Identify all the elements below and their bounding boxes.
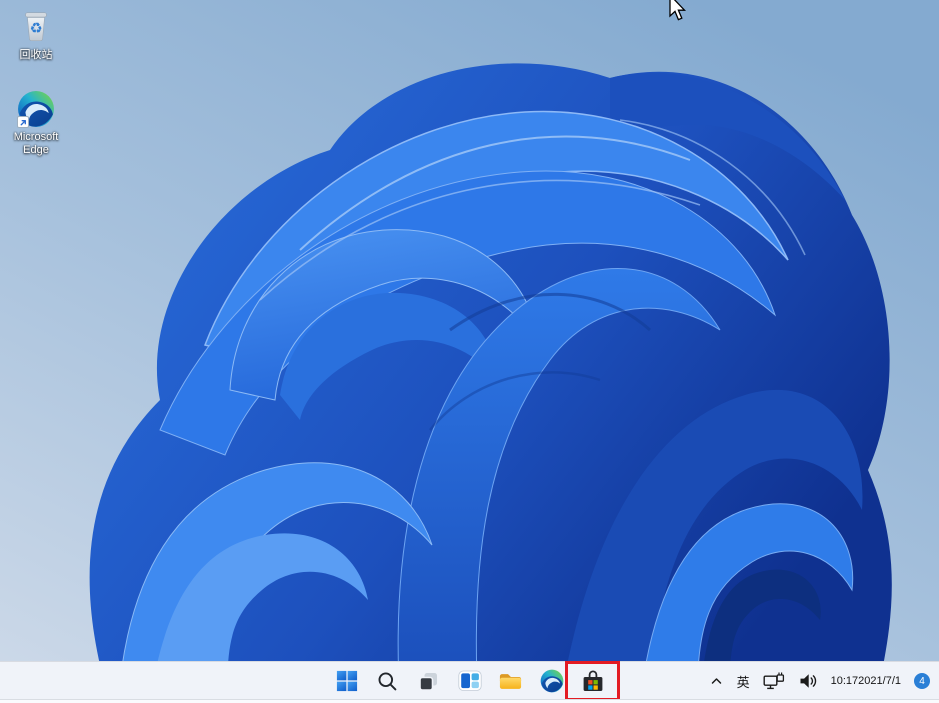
windows-logo-icon: [336, 670, 357, 692]
widgets-icon: [457, 670, 482, 691]
task-view-icon: [419, 672, 437, 691]
clock-date: 2021/7/1: [858, 674, 901, 687]
desktop-icon-recycle-bin[interactable]: ♻ 回收站: [4, 8, 68, 62]
edge-icon: [17, 90, 55, 128]
network-button[interactable]: [761, 667, 788, 695]
desktop-icon-label: Microsoft Edge: [13, 131, 59, 156]
taskbar-center-icons: [333, 661, 620, 701]
desktop-icon-label: 回收站: [19, 49, 53, 61]
clock[interactable]: 10:17 2021/7/1: [829, 667, 903, 695]
desktop-icon-microsoft-edge[interactable]: Microsoft Edge: [4, 90, 68, 157]
start-button[interactable]: [333, 667, 361, 695]
task-view-button[interactable]: [415, 667, 443, 695]
clock-time: 10:17: [830, 674, 859, 687]
widgets-button[interactable]: [456, 667, 484, 695]
speaker-icon: [800, 674, 816, 688]
taskbar: 英 10:17 2021/7/1 4: [0, 661, 939, 703]
edge-icon: [540, 669, 563, 693]
shortcut-arrow-icon: [17, 116, 29, 128]
volume-button[interactable]: [797, 667, 820, 695]
wallpaper-bloom: [0, 0, 939, 703]
search-icon: [378, 672, 397, 690]
windows-desktop: ♻ 回收站 Microsoft Edge 英 10:17 2021/7/1 4: [0, 0, 939, 703]
store-button[interactable]: [564, 661, 620, 701]
store-icon: [583, 670, 602, 691]
show-hidden-icons-button[interactable]: [707, 667, 726, 695]
chevron-up-icon: [711, 678, 721, 684]
file-explorer-icon: [499, 674, 522, 689]
file-explorer-button[interactable]: [497, 667, 525, 695]
taskbar-system-tray: 英 10:17 2021/7/1 4: [707, 662, 939, 700]
ime-language-indicator[interactable]: 英: [735, 667, 752, 695]
edge-button[interactable]: [538, 667, 566, 695]
notification-badge[interactable]: 4: [914, 673, 930, 689]
search-button[interactable]: [374, 667, 402, 695]
recycle-bin-icon: ♻: [17, 8, 55, 46]
taskbar-bottom-strip: [0, 699, 939, 703]
svg-text:♻: ♻: [30, 21, 43, 37]
network-ethernet-icon: [763, 672, 784, 690]
